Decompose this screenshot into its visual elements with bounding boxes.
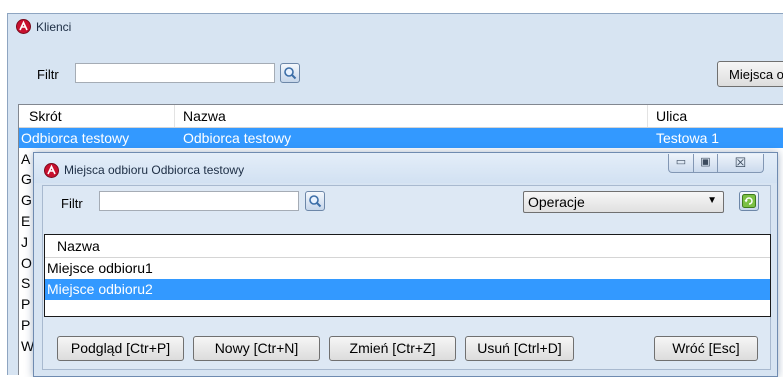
dialog-filter-label: Filtr bbox=[61, 196, 83, 211]
dialog-filter-input[interactable] bbox=[99, 191, 299, 211]
cell-skrot: G bbox=[21, 171, 32, 187]
search-icon bbox=[284, 67, 297, 80]
cell-skrot: G bbox=[21, 192, 32, 208]
table-header: Skrót Nazwa Ulica bbox=[19, 105, 783, 128]
column-header-ulica[interactable]: Ulica bbox=[656, 108, 687, 124]
new-button[interactable]: Nowy [Ctr+N] bbox=[193, 336, 320, 361]
cell-nazwa: Odbiorca testowy bbox=[183, 130, 292, 146]
table-header: Nazwa bbox=[45, 235, 770, 258]
close-button[interactable]: ☒ bbox=[717, 154, 764, 173]
dropdown-arrow-icon: ▼ bbox=[707, 195, 717, 206]
minimize-button[interactable]: ▭ bbox=[668, 154, 694, 173]
close-icon: ☒ bbox=[734, 155, 747, 170]
filter-input[interactable] bbox=[75, 63, 275, 83]
cell-skrot: O bbox=[21, 255, 32, 271]
table-row[interactable]: Miejsce odbioru1 bbox=[45, 258, 770, 279]
refresh-icon bbox=[742, 194, 756, 208]
cell-skrot: P bbox=[21, 317, 31, 333]
search-button[interactable] bbox=[280, 63, 300, 83]
pickup-places-table: Nazwa Miejsce odbioru1 Miejsce odbioru2 bbox=[44, 234, 771, 317]
table-row[interactable]: Odbiorca testowy Odbiorca testowy Testow… bbox=[19, 128, 783, 148]
operations-selected-value: Operacje bbox=[528, 194, 585, 210]
delete-button[interactable]: Usuń [Ctrl+D] bbox=[465, 336, 574, 361]
column-header-skrot[interactable]: Skrót bbox=[29, 108, 62, 124]
cell-skrot: E bbox=[21, 213, 31, 229]
cell-nazwa: Miejsce odbioru1 bbox=[47, 260, 153, 276]
maximize-button[interactable]: ▣ bbox=[693, 154, 718, 173]
back-button[interactable]: Wróć [Esc] bbox=[654, 336, 758, 361]
cell-skrot: P bbox=[21, 296, 31, 312]
filter-label: Filtr bbox=[37, 67, 59, 82]
cell-skrot: J bbox=[21, 234, 28, 250]
edit-button[interactable]: Zmień [Ctr+Z] bbox=[329, 336, 456, 361]
cell-ulica: Testowa 1 bbox=[656, 130, 720, 146]
operations-dropdown[interactable]: Operacje ▼ bbox=[523, 191, 724, 213]
cell-skrot: S bbox=[21, 275, 31, 291]
maximize-icon: ▣ bbox=[700, 156, 711, 168]
table-row[interactable]: Miejsce odbioru2 bbox=[45, 279, 770, 300]
dialog-title: Miejsca odbioru Odbiorca testowy bbox=[64, 163, 245, 177]
desktop-strip bbox=[0, 0, 783, 13]
refresh-button[interactable] bbox=[739, 191, 759, 211]
cell-skrot: Odbiorca testowy bbox=[21, 130, 130, 146]
pickup-places-button[interactable]: Miejsca o bbox=[717, 61, 783, 87]
app-logo-icon bbox=[16, 19, 31, 34]
column-divider bbox=[647, 105, 648, 127]
column-header-nazwa[interactable]: Nazwa bbox=[57, 238, 100, 254]
dialog-titlebar[interactable]: Miejsca odbioru Odbiorca testowy ▭ ▣ ☒ bbox=[34, 153, 777, 183]
pickup-places-dialog: Miejsca odbioru Odbiorca testowy ▭ ▣ ☒ F… bbox=[33, 152, 778, 377]
search-icon bbox=[309, 195, 322, 208]
clients-titlebar: Klienci bbox=[8, 14, 783, 38]
minimize-icon: ▭ bbox=[675, 156, 687, 168]
column-divider bbox=[174, 105, 175, 127]
cell-skrot: A bbox=[21, 151, 31, 167]
window-title: Klienci bbox=[36, 20, 72, 34]
cell-nazwa: Miejsce odbioru2 bbox=[47, 281, 153, 297]
app-logo-icon bbox=[44, 163, 59, 178]
dialog-search-button[interactable] bbox=[305, 191, 325, 211]
column-header-nazwa[interactable]: Nazwa bbox=[183, 108, 226, 124]
preview-button[interactable]: Podgląd [Ctr+P] bbox=[57, 336, 184, 361]
